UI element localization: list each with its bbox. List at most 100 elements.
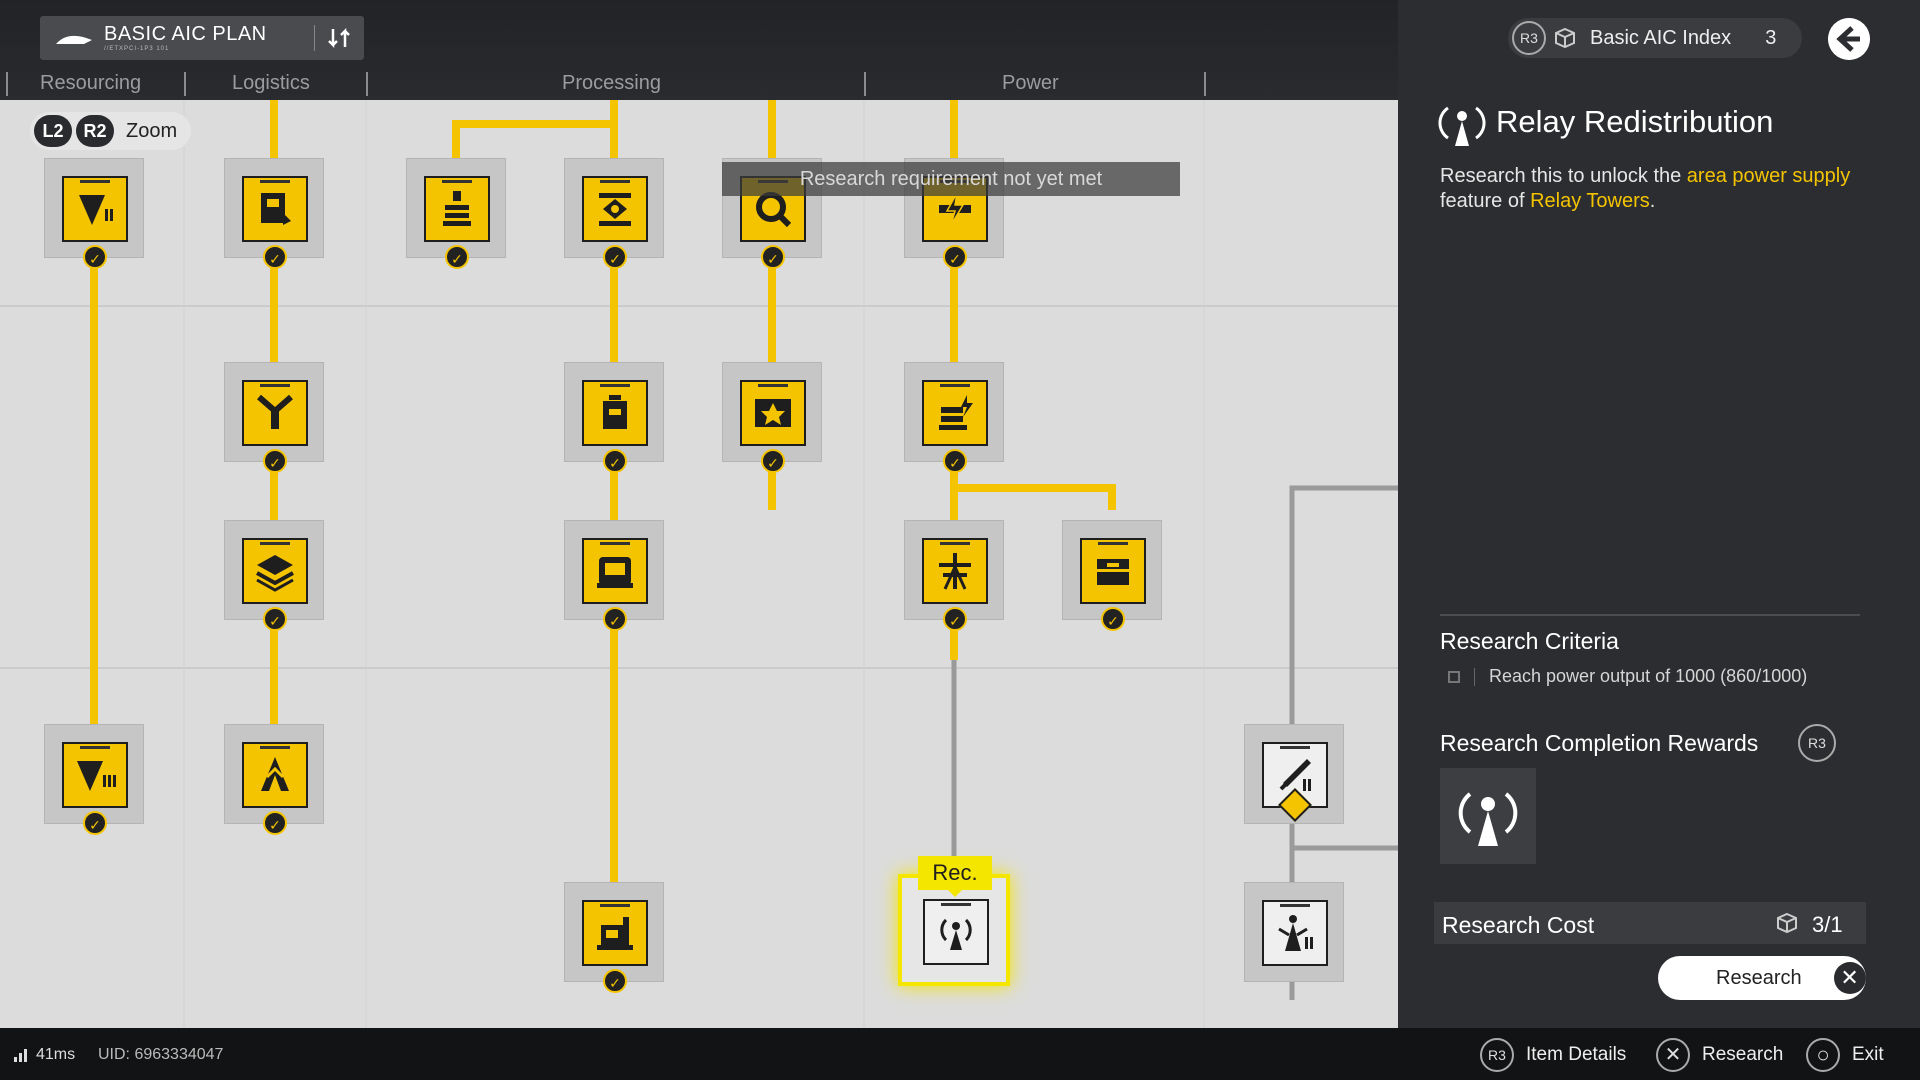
completed-check-icon: ✓ [263,811,287,835]
lathe-icon [582,900,648,966]
tech-node[interactable]: ✓ [406,158,506,269]
footer-bar: 41ms UID: 6963334047 R3 Item Details ✕ R… [0,1028,1920,1080]
tech-node[interactable]: ✓ [44,724,144,835]
cost-value: 3/1 [1812,912,1843,937]
drill-mark-3-icon [62,742,128,808]
category-divider [1204,72,1206,96]
category-divider [864,72,866,96]
category-logistics[interactable]: Logistics [232,72,310,95]
r3-button-icon: R3 [1480,1038,1514,1072]
stack-icon [424,176,490,242]
cost-label: Research Cost [1442,912,1595,938]
layers-icon [242,538,308,604]
pylon-icon [922,538,988,604]
plan-selector[interactable]: BASIC AIC PLAN //ETXPCI-1P3 101 [40,16,364,60]
relay-tower-2-icon [1262,900,1328,966]
relay-tower-icon [1438,106,1486,146]
splitter-icon [242,380,308,446]
cross-button-icon: ✕ [1833,962,1866,994]
plan-divider [314,25,315,51]
tech-node-locked[interactable] [1244,882,1344,982]
tech-node[interactable]: ✓ [1062,520,1162,631]
drill-mark-2-icon [62,176,128,242]
completed-check-icon: ✓ [603,245,627,269]
l2-button-icon[interactable]: L2 [34,115,72,147]
reward-item[interactable] [1440,768,1536,864]
research-cost: Research Cost 3/1 [1434,902,1866,944]
signal-icon [14,1049,27,1062]
tech-node[interactable]: ✓ [564,362,664,473]
category-divider [366,72,368,96]
completed-check-icon: ✓ [603,607,627,631]
zoom-hint: L2 R2 Zoom [30,112,192,150]
tech-node[interactable]: ✓ [564,520,664,631]
completed-check-icon: ✓ [761,245,785,269]
tech-node[interactable]: ✓ [224,724,324,835]
category-processing[interactable]: Processing [562,72,661,95]
criteria-text: Reach power output of 1000 (860/1000) [1489,666,1808,686]
completed-check-icon: ✓ [263,449,287,473]
research-button[interactable]: Research ✕ [1658,956,1866,1000]
assembler-icon [740,380,806,446]
r2-button-icon[interactable]: R2 [76,115,114,147]
plan-subtitle: //ETXPCI-1P3 101 [104,46,170,52]
tech-node-locked[interactable] [1244,724,1344,824]
completed-check-icon: ✓ [263,245,287,269]
relay-tower-icon [923,899,989,965]
tech-node[interactable]: ✓ [722,362,822,473]
tree-connections [0,100,1398,1028]
research-title: Relay Redistribution [1496,104,1774,139]
ping-value: 41ms [36,1046,76,1063]
research-action[interactable]: ✕ Research [1656,1038,1783,1072]
storage-icon [242,176,308,242]
completed-check-icon: ✓ [603,969,627,993]
aic-index-value: 3 [1765,26,1777,49]
completed-check-icon: ✓ [943,607,967,631]
completed-check-icon: ✓ [83,245,107,269]
tech-tree[interactable]: L2 R2 Zoom ✓ ✓ ✓ ✓ ✓ ✓ ✓ ✓ ✓ ✓ ✓ ✓ ✓ ✓ ✓… [0,100,1398,1028]
category-power[interactable]: Power [1002,72,1059,95]
refiner-icon [582,176,648,242]
furnace-icon [582,538,648,604]
aic-index[interactable]: R3 Basic AIC Index 3 [1508,18,1802,58]
swap-icon[interactable] [325,23,355,53]
aic-index-label: Basic AIC Index [1590,26,1732,49]
circle-button-icon: ○ [1806,1038,1840,1072]
cube-icon [1555,27,1575,49]
tech-node[interactable]: ✓ [224,158,324,269]
battery-icon [922,380,988,446]
tech-node[interactable]: ✓ [564,158,664,269]
zoom-label: Zoom [126,119,178,142]
criteria-checkbox-icon [1448,670,1460,683]
r3-button-icon[interactable]: R3 [1798,724,1836,762]
completed-check-icon: ✓ [603,449,627,473]
ping-indicator: 41ms [14,1046,75,1064]
tech-node[interactable]: ✓ [904,520,1004,631]
relay-tower-icon [1458,792,1518,846]
tech-node[interactable]: ✓ [44,158,144,269]
completed-check-icon: ✓ [445,245,469,269]
research-description: Research this to unlock the area power s… [1440,165,1851,212]
completed-check-icon: ✓ [263,607,287,631]
rewards-title: Research Completion Rewards [1440,730,1759,756]
plan-logo-icon [56,35,92,44]
user-id: UID: 6963334047 [98,1046,224,1063]
category-resourcing[interactable]: Resourcing [40,72,141,95]
item-details-action[interactable]: R3 Item Details [1480,1038,1626,1072]
tech-node[interactable]: ✓ [224,520,324,631]
r3-button-icon[interactable]: R3 [1512,21,1546,55]
completed-check-icon: ✓ [943,245,967,269]
tech-node[interactable]: ✓ [224,362,324,473]
exit-action[interactable]: ○ Exit [1806,1038,1884,1072]
completed-check-icon: ✓ [761,449,785,473]
panel-divider [1440,614,1860,616]
back-arrow-icon[interactable] [1828,18,1870,60]
tech-node[interactable]: ✓ [904,362,1004,473]
completed-check-icon: ✓ [83,811,107,835]
criteria-title: Research Criteria [1440,628,1619,654]
criteria-item: Reach power output of 1000 (860/1000) [1448,666,1807,687]
crate-icon [1080,538,1146,604]
plan-title: BASIC AIC PLAN [104,23,267,45]
requirement-banner: Research requirement not yet met [722,162,1180,196]
tech-node[interactable]: ✓ [564,882,664,993]
